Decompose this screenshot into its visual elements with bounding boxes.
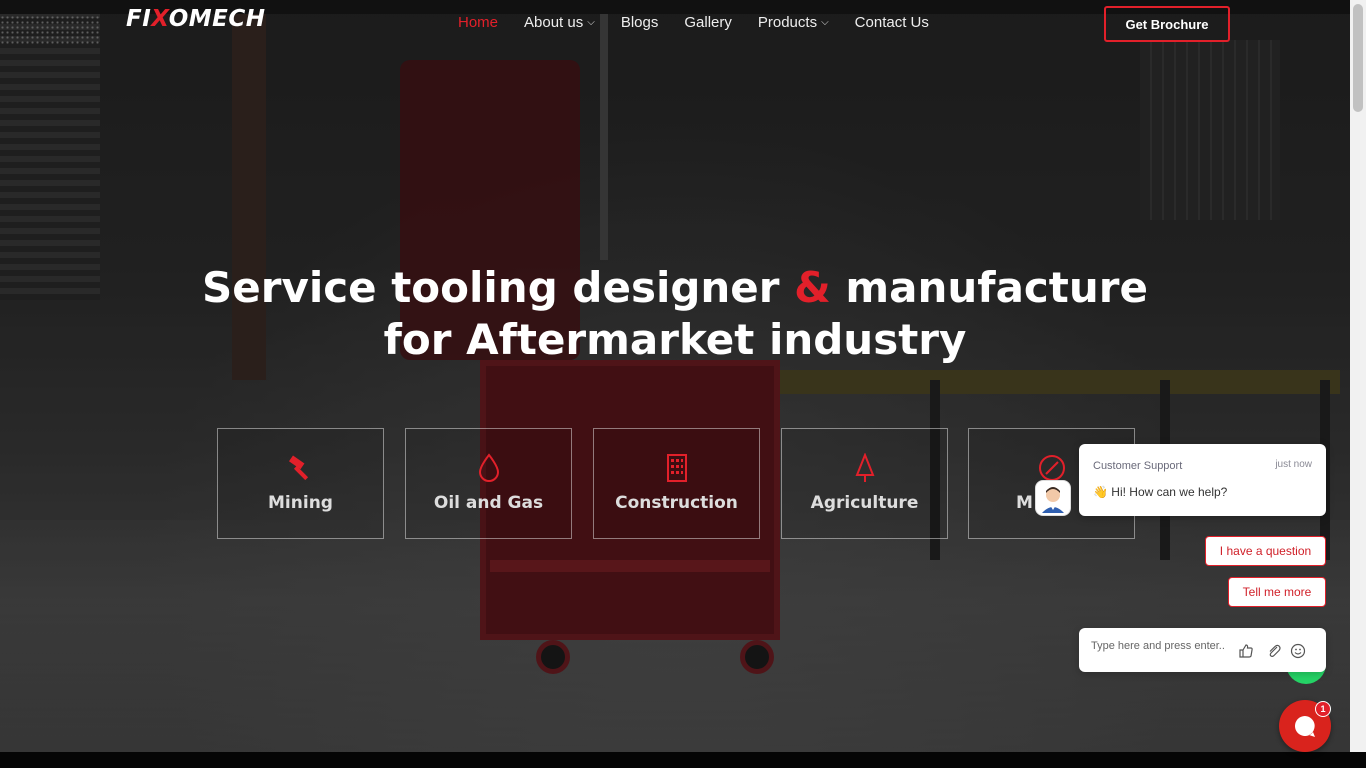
chat-input[interactable] [1091, 640, 1231, 652]
hammer-icon [286, 453, 316, 483]
avatar [1035, 480, 1071, 516]
unread-badge: 1 [1315, 701, 1331, 717]
quick-reply-tell-more-button[interactable]: Tell me more [1228, 577, 1326, 607]
thumbs-up-icon[interactable] [1238, 643, 1254, 659]
industry-card-oil-and-gas[interactable]: Oil and Gas [405, 428, 572, 539]
drop-icon [477, 453, 501, 483]
logo[interactable]: FIXOMECH [126, 6, 265, 32]
chat-timestamp: just now [1275, 459, 1312, 470]
nav-contact-us[interactable]: Contact Us [855, 14, 929, 31]
bottom-strip [0, 752, 1366, 768]
industry-card-agriculture[interactable]: Agriculture [781, 428, 948, 539]
building-icon [666, 453, 688, 483]
emoji-icon[interactable] [1290, 643, 1306, 659]
scrollbar[interactable] [1350, 0, 1366, 752]
hero-headline: Service tooling designer & manufacture f… [202, 263, 1148, 364]
main-nav: Home About us ⌵ Blogs Gallery Products ⌵ C… [458, 14, 955, 31]
nav-products[interactable]: Products ⌵ [758, 14, 829, 31]
nav-gallery[interactable]: Gallery [684, 14, 732, 31]
compass-icon [1037, 453, 1067, 483]
industry-card-mining[interactable]: Mining [217, 428, 384, 539]
chat-icon [1295, 716, 1315, 737]
nav-blogs[interactable]: Blogs [621, 14, 659, 31]
quick-reply-question-button[interactable]: I have a question [1205, 536, 1326, 566]
chevron-down-icon: ⌵ [587, 17, 595, 28]
chat-input-box [1079, 628, 1326, 672]
chevron-down-icon: ⌵ [821, 17, 829, 28]
scrollbar-thumb[interactable] [1353, 4, 1363, 112]
chat-agent-title: Customer Support [1093, 460, 1183, 472]
chat-message: 👋 Hi! How can we help? [1093, 485, 1228, 499]
paperclip-icon[interactable] [1266, 643, 1282, 659]
nav-about-us[interactable]: About us ⌵ [524, 14, 595, 31]
tree-icon [852, 453, 878, 483]
get-brochure-button[interactable]: Get Brochure [1104, 6, 1230, 42]
chat-message-bubble: Customer Support just now 👋 Hi! How can … [1079, 444, 1326, 516]
nav-home[interactable]: Home [458, 14, 498, 31]
industry-card-construction[interactable]: Construction [593, 428, 760, 539]
